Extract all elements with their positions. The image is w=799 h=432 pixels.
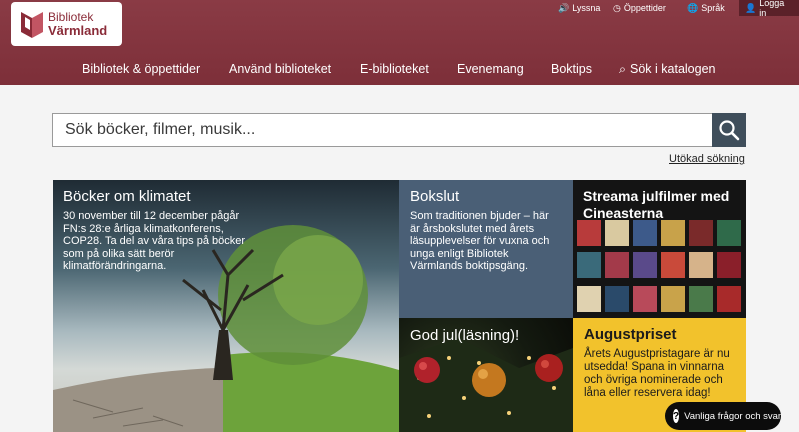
tile-climate[interactable]: Böcker om klimatet 30 november till 12 d…	[53, 180, 399, 432]
question-icon: ?	[673, 409, 680, 423]
language-label: Språk	[701, 3, 725, 13]
tile-stream[interactable]: Streama julfilmer med Cineasterna	[573, 180, 746, 318]
nav-item-evenemang[interactable]: Evenemang	[457, 60, 524, 78]
tile-stream-title: Streama julfilmer med Cineasterna	[583, 188, 730, 221]
search-input[interactable]	[65, 121, 713, 139]
search-button[interactable]	[712, 113, 746, 147]
login-button[interactable]: 👤 Logga in	[739, 0, 799, 18]
logo-text-line2: Värmland	[48, 23, 108, 38]
clock-icon: ◷	[613, 2, 621, 13]
nav-item-boktips[interactable]: Boktips	[551, 60, 592, 78]
search-icon	[719, 120, 740, 141]
nav-item-katalog[interactable]: ⌕ Sök i katalogen	[619, 60, 716, 78]
nav-item-katalog-label: Sök i katalogen	[630, 62, 716, 76]
search-small-icon: ⌕	[619, 61, 627, 76]
advanced-search-link[interactable]: Utökad sökning	[669, 153, 745, 165]
tile-jul[interactable]: God jul(läsning)!	[399, 318, 573, 432]
faq-label: Vanliga frågor och svar	[684, 410, 782, 422]
faq-button[interactable]: ? Vanliga frågor och svar	[665, 402, 781, 430]
nav-item-anvand[interactable]: Använd biblioteket	[229, 60, 331, 78]
opening-hours-label: Öppettider	[623, 3, 666, 13]
logo-mark-icon	[21, 12, 43, 38]
user-icon: 👤	[745, 2, 757, 13]
tile-climate-text: 30 november till 12 december pågår FN:s …	[63, 210, 246, 272]
globe-icon: 🌐	[687, 2, 699, 13]
nav-item-bibliotek[interactable]: Bibliotek & öppettider	[82, 60, 200, 78]
tile-bokslut-title: Bokslut	[410, 188, 460, 205]
tile-august-text: Årets Augustpristagare är nu utsedda! Sp…	[584, 348, 730, 399]
tile-august-title: Augustpriset	[584, 326, 677, 343]
nav-item-ebiblioteket[interactable]: E-biblioteket	[360, 60, 429, 78]
tile-bokslut[interactable]: Bokslut Som traditionen bjuder – här är …	[399, 180, 573, 318]
site-header: Bibliotek Värmland 🔊 Lyssna ◷ Öppettider…	[0, 0, 799, 85]
listen-link[interactable]: 🔊 Lyssna	[558, 0, 600, 16]
language-link[interactable]: 🌐 Språk	[687, 0, 725, 16]
search-field-wrapper	[52, 113, 714, 147]
tile-bokslut-text: Som traditionen bjuder – här är årsboksl…	[410, 210, 550, 272]
tile-jul-title: God jul(läsning)!	[410, 327, 520, 344]
login-label: Logga in	[759, 0, 785, 18]
opening-hours-link[interactable]: ◷ Öppettider	[613, 0, 666, 16]
site-logo[interactable]: Bibliotek Värmland	[11, 2, 122, 46]
speaker-icon: 🔊	[558, 2, 570, 13]
tile-climate-title: Böcker om klimatet	[63, 188, 191, 205]
listen-label: Lyssna	[572, 3, 601, 13]
